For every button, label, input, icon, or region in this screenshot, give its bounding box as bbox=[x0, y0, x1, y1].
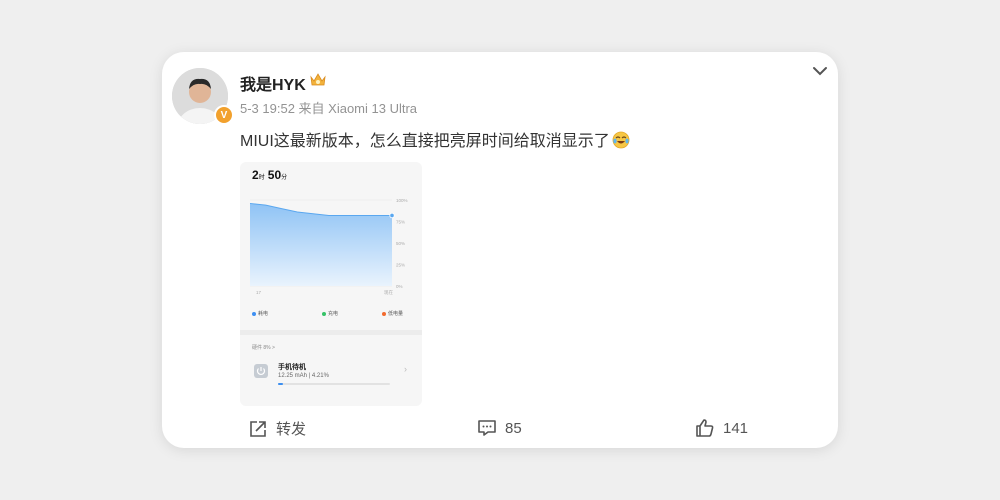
crown-icon bbox=[310, 73, 326, 86]
hardware-item-detail: 12.25 mAh | 4.21% bbox=[278, 373, 329, 379]
hardware-label: 硬件 8% > bbox=[252, 345, 275, 351]
screen-time-value: 2时 50分 bbox=[252, 168, 288, 182]
like-count: 141 bbox=[723, 419, 749, 437]
x-tick-label: 17 bbox=[256, 290, 262, 295]
repost-button[interactable]: 转发 bbox=[248, 418, 306, 439]
chevron-down-icon[interactable] bbox=[810, 64, 830, 78]
verified-badge: V bbox=[214, 105, 234, 125]
legend-dot bbox=[322, 311, 326, 316]
usage-bar-fill bbox=[278, 383, 283, 385]
usage-bar bbox=[278, 383, 390, 385]
legend-item: 充电 bbox=[322, 310, 338, 317]
comment-icon bbox=[478, 420, 496, 436]
legend-dot bbox=[252, 311, 256, 316]
repost-label: 转发 bbox=[276, 421, 307, 438]
legend-item: 低电量 bbox=[382, 310, 403, 317]
comment-count: 85 bbox=[505, 419, 522, 437]
divider bbox=[240, 330, 422, 335]
share-icon bbox=[250, 420, 266, 437]
x-tick-label: 现在 bbox=[384, 289, 393, 296]
y-tick-label: 50% bbox=[396, 241, 405, 246]
hardware-item-name: 手机待机 bbox=[278, 364, 306, 371]
legend-dot bbox=[382, 311, 386, 316]
post-content: MIUI这最新版本，怎么直接把亮屏时间给取消显示了 bbox=[240, 127, 630, 151]
post-image-battery-screenshot[interactable]: 2时 50分 100% 75% 50% 25% 0% 17 现在 耗电 充电 低电量 硬件 … bbox=[240, 162, 422, 406]
y-tick-label: 0% bbox=[396, 284, 403, 289]
comment-button[interactable]: 85 bbox=[477, 418, 522, 438]
post-text: MIUI这最新版本，怎么直接把亮屏时间给取消显示了 bbox=[240, 133, 610, 150]
laugh-cry-emoji-icon bbox=[612, 131, 630, 149]
y-tick-label: 25% bbox=[396, 263, 405, 268]
post-meta: 5-3 19:52 来自 Xiaomi 13 Ultra bbox=[240, 101, 418, 116]
y-tick-label: 75% bbox=[396, 220, 405, 225]
hardware-item-row: 手机待机 12.25 mAh | 4.21% › bbox=[248, 358, 414, 392]
like-button[interactable]: 141 bbox=[695, 418, 748, 438]
weibo-post-card: V 我是HYK 5-3 19:52 来自 Xiaomi 13 Ultra MIU… bbox=[162, 52, 838, 448]
y-tick-label: 100% bbox=[396, 198, 408, 203]
legend-item: 耗电 bbox=[252, 310, 268, 317]
action-bar: 转发 85 141 bbox=[162, 418, 838, 442]
current-point bbox=[389, 212, 395, 219]
thumbs-up-icon bbox=[696, 419, 714, 437]
chevron-right-icon: › bbox=[404, 364, 407, 374]
username[interactable]: 我是HYK bbox=[240, 71, 306, 95]
battery-chart: 100% 75% 50% 25% 0% 17 现在 bbox=[249, 198, 408, 296]
power-icon bbox=[254, 364, 268, 378]
